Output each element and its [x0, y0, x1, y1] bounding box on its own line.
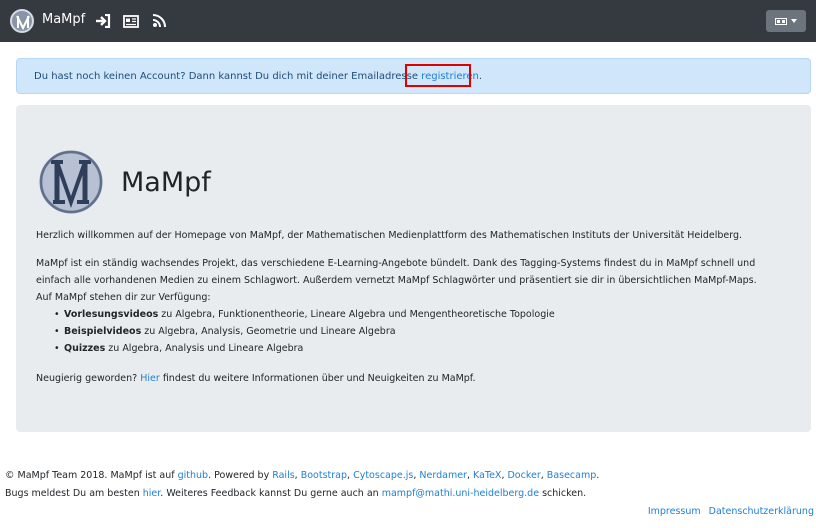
impressum-link[interactable]: Impressum: [648, 506, 701, 517]
hero-title: MaMpf: [121, 167, 211, 198]
feature-desc: zu Algebra, Analysis, Geometrie und Line…: [141, 326, 396, 337]
flag-icon: [775, 17, 787, 25]
info-link[interactable]: Hier: [140, 373, 160, 384]
mampf-logo-icon[interactable]: [10, 9, 34, 33]
github-link[interactable]: github: [178, 470, 208, 481]
curious-text: Neugierig geworden? Hier findest du weit…: [36, 373, 475, 384]
description-line-1: MaMpf ist ein ständig wachsendes Projekt…: [36, 258, 756, 269]
cytoscape-link[interactable]: Cytoscape.js: [353, 470, 413, 481]
feedback-pre: Bugs meldest Du am besten: [5, 488, 143, 499]
credits-mid: . Powered by: [208, 470, 273, 481]
register-highlight: [405, 64, 471, 87]
list-item: Quizzes zu Algebra, Analysis und Lineare…: [54, 343, 555, 360]
footer-feedback: Bugs meldest Du am besten hier. Weiteres…: [5, 488, 586, 499]
footer-credits: © MaMpf Team 2018. MaMpf ist auf github.…: [5, 470, 600, 481]
list-item: Vorlesungsvideos zu Algebra, Funktionent…: [54, 309, 555, 326]
feedback-mid: . Weiteres Feedback kannst Du gerne auch…: [160, 488, 382, 499]
basecamp-link[interactable]: Basecamp: [547, 470, 596, 481]
feature-desc: zu Algebra, Funktionentheorie, Lineare A…: [158, 309, 555, 320]
katex-link[interactable]: KaTeX: [473, 470, 501, 481]
feature-title: Vorlesungsvideos: [64, 309, 159, 320]
nerdamer-link[interactable]: Nerdamer: [419, 470, 467, 481]
feature-title: Quizzes: [64, 343, 106, 354]
email-link[interactable]: mampf@mathi.uni-heidelberg.de: [382, 488, 539, 499]
bug-report-link[interactable]: hier: [143, 488, 161, 499]
chevron-down-icon: [791, 19, 797, 23]
news-icon[interactable]: [122, 12, 140, 30]
rails-link[interactable]: Rails: [272, 470, 294, 481]
bootstrap-link[interactable]: Bootstrap: [301, 470, 347, 481]
docker-link[interactable]: Docker: [507, 470, 540, 481]
language-dropdown[interactable]: [766, 10, 806, 32]
privacy-link[interactable]: Datenschutzerklärung: [709, 506, 814, 517]
list-item: Beispielvideos zu Algebra, Analysis, Geo…: [54, 326, 555, 343]
mampf-hero-logo-icon: [39, 150, 103, 214]
feedback-end: schicken.: [539, 488, 587, 499]
alert-message: Du hast noch keinen Account? Dann kannst…: [34, 71, 422, 82]
curious-pre: Neugierig geworden?: [36, 373, 141, 384]
description-line-2: einfach alle vorhandenen Medien zu einem…: [36, 275, 757, 286]
welcome-jumbotron: MaMpf Herzlich willkommen auf der Homepa…: [16, 105, 811, 432]
navbar: MaMpf: [0, 0, 816, 42]
alert-end: .: [478, 71, 483, 82]
welcome-text: Herzlich willkommen auf der Homepage von…: [36, 230, 743, 241]
credits-pre: © MaMpf Team 2018. MaMpf ist auf: [5, 470, 178, 481]
features-list: Vorlesungsvideos zu Algebra, Funktionent…: [54, 309, 555, 360]
description-line-3: Auf MaMpf stehen dir zur Verfügung:: [36, 292, 211, 303]
credits-end: .: [596, 470, 600, 481]
sign-in-icon[interactable]: [94, 12, 112, 30]
feature-desc: zu Algebra, Analysis und Lineare Algebra: [105, 343, 304, 354]
feature-title: Beispielvideos: [64, 326, 142, 337]
rss-icon[interactable]: [150, 12, 168, 30]
curious-post: findest du weitere Informationen über un…: [159, 373, 476, 384]
footer-legal-links: Impressum Datenschutzerklärung: [640, 506, 814, 517]
brand-link[interactable]: MaMpf: [42, 12, 85, 27]
